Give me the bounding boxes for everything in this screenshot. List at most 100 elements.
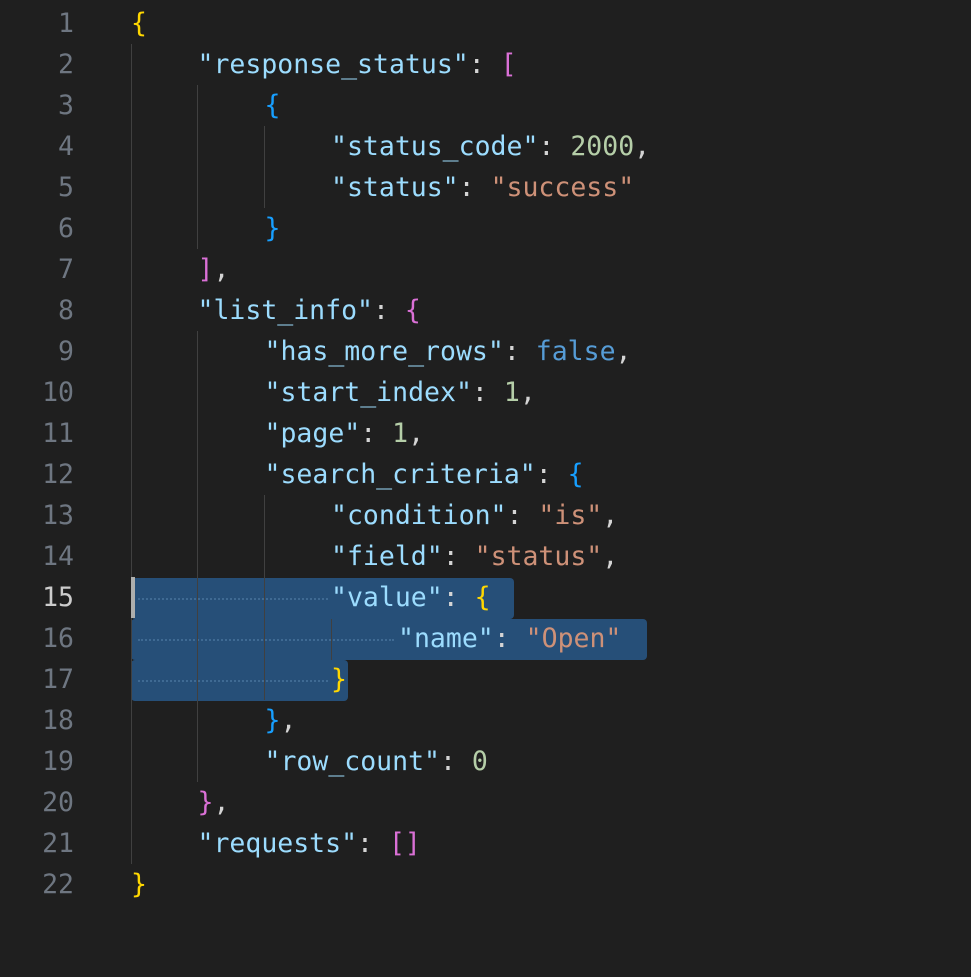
json-string: "status" [474,541,603,572]
code-content[interactable]: { "response_status": [ { "status_code": … [131,3,650,905]
json-number: 0 [471,746,488,777]
colon: : [506,500,539,531]
comma: , [280,705,297,736]
colon: : [538,131,571,162]
json-key: "value" [331,582,443,613]
json-number: 1 [392,418,409,449]
colon: : [442,541,475,572]
colon: : [468,49,501,80]
line-number: 14 [42,541,74,572]
json-key: "row_count" [264,746,441,777]
json-string: "is" [538,500,603,531]
json-key: "field" [331,541,443,572]
comma: , [615,336,632,367]
json-key: "start_index" [264,377,472,408]
comma: , [213,254,230,285]
line-number-active: 15 [42,582,74,613]
colon: : [535,459,568,490]
json-string: "Open" [525,623,622,654]
json-key: "response_status" [197,49,469,80]
line-number: 10 [42,377,74,408]
empty-array: [] [388,828,421,859]
brace-close: } [197,787,214,818]
json-key: "page" [264,418,361,449]
line-number: 2 [58,49,74,80]
line-number: 7 [58,254,74,285]
comma: , [602,541,619,572]
code-line[interactable]: "start_index": 1, [131,372,650,413]
colon: : [440,746,472,777]
brace-open: { [567,459,584,490]
line-number: 21 [42,828,74,859]
comma: , [634,131,651,162]
code-line[interactable]: "response_status": [ [131,44,650,85]
comma: , [408,418,425,449]
line-number: 16 [42,623,74,654]
json-key: "requests" [197,828,358,859]
code-line[interactable]: "status": "success" [131,167,650,208]
code-line[interactable]: { [131,85,650,126]
json-number: 1 [503,377,520,408]
line-number: 22 [42,869,74,900]
code-line[interactable]: ], [131,249,650,290]
brace-close: } [264,705,281,736]
json-boolean: false [535,336,616,367]
code-line[interactable]: { [131,3,650,44]
brace-open: { [404,295,421,326]
line-number: 19 [42,746,74,777]
bracket-open: [ [500,49,517,80]
json-number: 2000 [570,131,635,162]
code-line[interactable]: "has_more_rows": false, [131,331,650,372]
json-key: "has_more_rows" [264,336,504,367]
json-key: "search_criteria" [264,459,536,490]
text-cursor [131,577,135,618]
line-number: 5 [58,172,74,203]
code-line[interactable]: } [131,864,650,905]
brace-open: { [264,90,281,121]
brace-close: } [264,213,281,244]
json-key: "name" [398,623,494,654]
code-line[interactable]: }, [131,700,650,741]
line-number: 8 [58,295,74,326]
brace-open: { [131,8,147,39]
comma: , [602,500,619,531]
colon: : [357,828,389,859]
json-key: "status" [331,172,459,203]
colon: : [360,418,393,449]
code-editor[interactable]: 1 2 3 4 5 6 7 8 9 10 11 12 13 14 15 16 1… [0,0,971,977]
code-line[interactable]: "list_info": { [131,290,650,331]
json-key: "status_code" [331,131,539,162]
line-number: 1 [58,8,74,39]
code-line-selected[interactable]: "value": { [131,577,650,618]
line-number: 6 [58,213,74,244]
comma: , [519,377,536,408]
line-number: 17 [42,664,74,695]
code-line[interactable]: "page": 1, [131,413,650,454]
code-line[interactable]: }, [131,782,650,823]
code-line[interactable]: "requests": [] [131,823,650,864]
line-number: 12 [42,459,74,490]
line-number: 3 [58,90,74,121]
code-line-selected[interactable]: "name": "Open" [131,618,650,659]
json-string: "success" [490,172,635,203]
line-number: 20 [42,787,74,818]
colon: : [503,336,536,367]
code-line[interactable]: "condition": "is", [131,495,650,536]
code-line[interactable]: "status_code": 2000, [131,126,650,167]
code-line[interactable]: "field": "status", [131,536,650,577]
code-line[interactable]: "search_criteria": { [131,454,650,495]
brace-open: { [474,582,491,613]
colon: : [458,172,491,203]
colon: : [373,295,405,326]
code-line[interactable]: "row_count": 0 [131,741,650,782]
code-line[interactable]: } [131,208,650,249]
line-number: 9 [58,336,74,367]
comma: , [213,787,230,818]
colon: : [493,623,526,654]
line-number: 13 [42,500,74,531]
line-number: 11 [42,418,74,449]
json-key: "condition" [331,500,507,531]
code-line-selected[interactable]: } [131,659,650,700]
json-key: "list_info" [197,295,374,326]
brace-close: } [331,664,347,695]
